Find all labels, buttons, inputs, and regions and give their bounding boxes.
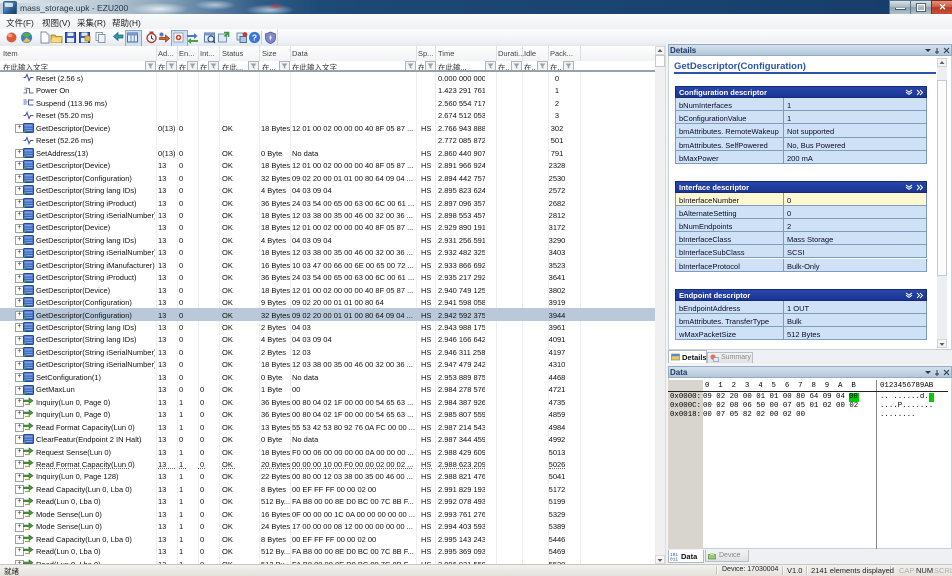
svg-text:011: 011 bbox=[670, 557, 678, 562]
svg-text:?: ? bbox=[252, 33, 257, 43]
